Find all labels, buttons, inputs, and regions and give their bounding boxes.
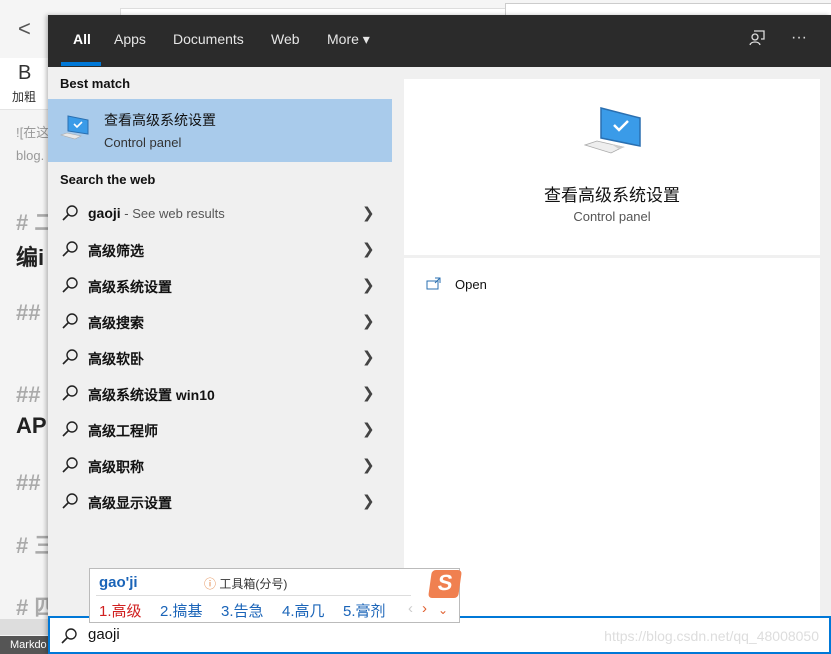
- divider: [96, 595, 411, 596]
- back-icon[interactable]: <: [18, 16, 31, 42]
- best-match-subtitle: Control panel: [104, 135, 182, 150]
- editor-line: ##: [16, 470, 41, 495]
- web-suggestion[interactable]: 高级筛选 ❯: [48, 232, 392, 268]
- chevron-right-icon[interactable]: ❯: [362, 420, 375, 438]
- suggestion-label: 高级显示设置: [88, 495, 172, 511]
- suggestion-label: 高级系统设置 win10: [88, 387, 215, 403]
- status-bar: Markdo: [0, 636, 48, 654]
- tab-web[interactable]: Web: [271, 31, 300, 47]
- suggestion-label: 高级软卧: [88, 351, 144, 367]
- actions-card: Open: [404, 258, 820, 616]
- best-match-item[interactable]: 查看高级系统设置 Control panel: [48, 99, 392, 162]
- horizontal-scrollbar[interactable]: [0, 619, 48, 635]
- chevron-right-icon[interactable]: ❯: [362, 204, 375, 222]
- preview-title: 查看高级系统设置: [544, 186, 680, 205]
- chevron-right-icon[interactable]: ❯: [362, 456, 375, 474]
- search-web-heading: Search the web: [60, 172, 156, 187]
- suggestion-label: 高级职称: [88, 459, 144, 475]
- chevron-right-icon[interactable]: ❯: [362, 348, 375, 366]
- search-header: All Apps Documents Web More ▾ ···: [48, 15, 831, 67]
- chevron-right-icon[interactable]: ❯: [362, 240, 375, 258]
- web-suggestion[interactable]: 高级搜索 ❯: [48, 304, 392, 340]
- search-icon: [61, 276, 79, 299]
- editor-line: ##: [16, 300, 41, 325]
- preview-subtitle: Control panel: [573, 209, 651, 224]
- web-suggestion[interactable]: 高级工程师 ❯: [48, 412, 392, 448]
- open-action[interactable]: Open: [424, 274, 544, 298]
- tab-documents[interactable]: Documents: [173, 31, 244, 47]
- ime-toolbox-label: 工具箱(分号): [219, 577, 288, 591]
- chevron-right-icon[interactable]: ❯: [362, 312, 375, 330]
- tab-more[interactable]: More ▾: [327, 31, 370, 48]
- editor-line: ##: [16, 382, 41, 407]
- best-match-title: 查看高级系统设置: [104, 112, 216, 128]
- web-suggestion[interactable]: 高级系统设置 win10 ❯: [48, 376, 392, 412]
- info-icon: ⓘ: [204, 577, 220, 591]
- ime-pinyin: gao'ji: [99, 574, 138, 591]
- web-suggestion[interactable]: 高级显示设置 ❯: [48, 484, 392, 520]
- search-icon: [61, 204, 79, 227]
- tab-apps[interactable]: Apps: [114, 31, 146, 47]
- editor-line: AP: [16, 413, 47, 438]
- bold-button[interactable]: B: [18, 62, 31, 85]
- bold-label: 加粗: [12, 90, 37, 104]
- ime-candidate[interactable]: 1.高级: [99, 600, 142, 621]
- computer-icon: [59, 113, 92, 148]
- search-icon: [61, 384, 79, 407]
- more-options-icon[interactable]: ···: [791, 29, 807, 47]
- ime-next-icon[interactable]: ›: [422, 600, 427, 617]
- ime-prev-icon[interactable]: ‹: [408, 600, 413, 617]
- web-suggestion[interactable]: 高级系统设置 ❯: [48, 268, 392, 304]
- search-icon: [61, 456, 79, 479]
- web-suggestion[interactable]: 高级软卧 ❯: [48, 340, 392, 376]
- ime-expand-icon[interactable]: ⌄: [438, 603, 448, 617]
- ime-candidate[interactable]: 2.搞基: [160, 600, 203, 621]
- chevron-right-icon[interactable]: ❯: [362, 276, 375, 294]
- suggestion-label: 高级搜索: [88, 315, 144, 331]
- preview-card: 查看高级系统设置 Control panel: [404, 79, 820, 255]
- open-icon: [426, 277, 442, 296]
- ime-candidate[interactable]: 5.膏剂: [343, 600, 386, 621]
- search-icon: [61, 420, 79, 443]
- chevron-right-icon[interactable]: ❯: [362, 492, 375, 510]
- editor-line: 编i: [16, 245, 45, 270]
- search-icon: [61, 492, 79, 515]
- ime-candidate-window: gao'ji ⓘ 工具箱(分号) 1.高级 2.搞基 3.告急 4.高几 5.膏…: [89, 568, 462, 623]
- search-icon: [61, 240, 79, 263]
- best-match-heading: Best match: [60, 76, 131, 91]
- ime-candidate[interactable]: 4.高几: [282, 600, 325, 621]
- suggestion-label: 高级系统设置: [88, 279, 172, 295]
- ime-toolbox[interactable]: ⓘ 工具箱(分号): [204, 575, 287, 592]
- editor-line: blog.: [16, 148, 45, 163]
- search-icon: [61, 312, 79, 335]
- web-suggestion[interactable]: 高级职称 ❯: [48, 448, 392, 484]
- ime-candidate[interactable]: 3.告急: [221, 600, 264, 621]
- search-input[interactable]: gaoji: [88, 626, 120, 643]
- search-icon: [60, 627, 78, 650]
- computer-icon: [583, 103, 644, 164]
- open-label: Open: [455, 277, 487, 292]
- web-suggestion[interactable]: gaoji - See web results ❯: [48, 196, 392, 232]
- editor-line: ![在这: [16, 125, 50, 140]
- suggestion-label: 高级工程师: [88, 423, 158, 439]
- feedback-icon[interactable]: [748, 29, 766, 52]
- tab-all[interactable]: All: [73, 31, 91, 47]
- suggestion-label: gaoji - See web results: [88, 205, 225, 221]
- sogou-logo: S: [428, 570, 462, 598]
- suggestion-label: 高级筛选: [88, 243, 144, 259]
- search-icon: [61, 348, 79, 371]
- watermark: https://blog.csdn.net/qq_48008050: [604, 628, 819, 644]
- active-tab-indicator: [61, 62, 101, 66]
- chevron-right-icon[interactable]: ❯: [362, 384, 375, 402]
- start-search-panel: All Apps Documents Web More ▾ ··· Best m…: [48, 15, 831, 654]
